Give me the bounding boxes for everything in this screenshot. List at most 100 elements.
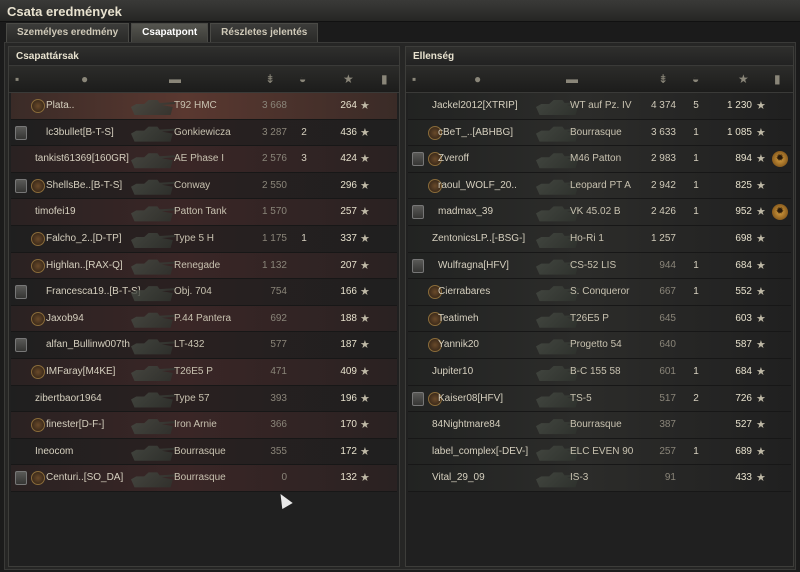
vehicle-name: Type 5 H [174,232,215,244]
table-row[interactable]: Wulfragna[HFV] CS-52 LIS 944 1 684 ★ [408,252,791,280]
tank-icon[interactable]: ▬ [566,73,578,85]
star-icon: ★ [360,365,370,378]
table-row[interactable]: cBeT_..[ABHBG] Bourrasque 3 633 1 1 085 ★ [408,119,791,147]
star-icon: ★ [756,259,766,272]
player-icon[interactable]: ● [81,73,88,85]
vehicle-name: Bourrasque [570,419,622,431]
table-row[interactable]: lc3bullet[B-T-S] Gonkiewicza 3 287 2 436 ★ [11,119,397,147]
damage-value: 257 [659,445,676,457]
player-name[interactable]: Cierrabares [438,286,490,298]
player-name[interactable]: ZentonicsLP..[-BSG-] [432,233,525,245]
player-name[interactable]: Ineocom [35,446,73,458]
table-row[interactable]: 84Nightmare84 Bourrasque 387 527 ★ [408,412,791,439]
damage-value: 91 [664,472,676,484]
table-row[interactable]: Highlan..[RAX-Q] Renegade 1 132 207 ★ [11,252,397,280]
table-row[interactable]: finester[D-F-] Iron Arnie 366 170 ★ [11,412,397,439]
table-row[interactable]: Falcho_2..[D-TP] Type 5 H 1 175 1 337 ★ [11,225,397,253]
medal-icon[interactable]: ▮ [774,73,781,85]
table-row[interactable]: madmax_39 VK 45.02 B 2 426 1 952 ★ ✹ [408,199,791,226]
platoon-icon[interactable]: ▪ [412,73,416,85]
damage-icon[interactable]: ⇟ [265,73,275,85]
player-icon[interactable]: ● [474,73,481,85]
xp-value: 684 [735,259,752,271]
table-row[interactable]: Teatimeh T26E5 P 645 603 ★ [408,305,791,333]
tab-team-score[interactable]: Csapatpont [131,23,209,42]
player-name[interactable]: 84Nightmare84 [432,419,500,431]
damage-value: 3 287 [261,126,287,138]
table-row[interactable]: Plata.. T92 HMC 3 668 264 ★ [11,93,397,120]
player-name[interactable]: Jackel2012[XTRIP] [432,100,518,112]
star-icon: ★ [756,339,766,352]
damage-value: 3 633 [650,126,676,138]
table-row[interactable]: raoul_WOLF_20.. Leopard PT A 2 942 1 825 ★ [408,172,791,200]
table-row[interactable]: Zveroff M46 Patton 2 983 1 894 ★ ✹ [408,146,791,173]
table-row[interactable]: alfan_Bullinw007th LT-432 577 187 ★ [11,332,397,359]
damage-value: 0 [281,472,287,484]
table-row[interactable]: timofei19 Patton Tank 1 570 257 ★ [11,199,397,226]
player-name[interactable]: Yannik20 [438,339,479,351]
platoon-icon[interactable]: ▪ [15,73,19,85]
table-row[interactable]: ZentonicsLP..[-BSG-] Ho-Ri 1 1 257 698 ★ [408,225,791,253]
player-name[interactable]: finester[D-F-] [46,419,104,431]
table-row[interactable]: Yannik20 Progetto 54 640 587 ★ [408,332,791,359]
table-row[interactable]: Francesca19..[B-T-S] Obj. 704 754 166 ★ [11,279,397,306]
table-row[interactable]: Jupiter10 B-C 155 58 601 1 684 ★ [408,358,791,386]
player-name[interactable]: Wulfragna[HFV] [438,260,509,272]
xp-star-icon[interactable]: ★ [343,73,354,85]
star-icon: ★ [756,419,766,432]
player-name[interactable]: raoul_WOLF_20.. [438,180,517,192]
tab-detailed-report[interactable]: Részletes jelentés [210,23,319,42]
player-name[interactable]: zibertbaor1964 [35,393,102,405]
vehicle-name: TS-5 [570,392,592,404]
table-row[interactable]: Jackel2012[XTRIP] WT auf Pz. IV 4 374 5 1 23… [408,93,791,120]
player-name[interactable]: Zveroff [438,153,469,165]
table-row[interactable]: Ineocom Bourrasque 355 172 ★ [11,438,397,466]
player-name[interactable]: Teatimeh [438,313,479,325]
xp-value: 1 085 [726,126,752,138]
tab-bar: Személyes eredmény Csapatpont Részletes … [6,23,319,42]
xp-star-icon[interactable]: ★ [738,73,749,85]
tab-personal-results[interactable]: Személyes eredmény [6,23,130,42]
player-name[interactable]: cBeT_..[ABHBG] [438,127,513,139]
kills-icon[interactable]: ◒ [692,73,699,85]
tank-icon[interactable]: ▬ [169,73,181,85]
kills-value: 1 [693,365,699,377]
player-name[interactable]: Jupiter10 [432,366,473,378]
table-row[interactable]: ShellsBe..[B-T-S] Conway 2 550 296 ★ [11,172,397,200]
player-name[interactable]: Vital_29_09 [432,472,485,484]
player-name[interactable]: Jaxob94 [46,313,84,325]
vehicle-name: P.44 Pantera [174,312,232,324]
player-name[interactable]: timofei19 [35,206,76,218]
damage-icon[interactable]: ⇟ [658,73,668,85]
player-name[interactable]: alfan_Bullinw007th [46,339,130,351]
xp-value: 166 [340,286,357,298]
player-name[interactable]: lc3bullet[B-T-S] [46,127,114,139]
table-row[interactable]: label_complex[-DEV-] ELC EVEN 90 257 1 689 ★ [408,438,791,466]
player-name[interactable]: tankist61369[160GR] [35,153,129,165]
medal-icon[interactable]: ▮ [381,73,388,85]
table-row[interactable]: IMFaray[M4KE] T26E5 P 471 409 ★ [11,358,397,386]
tank-image-icon [131,232,175,248]
player-name[interactable]: Falcho_2..[D-TP] [46,233,122,245]
xp-value: 264 [340,100,357,111]
player-name[interactable]: Francesca19..[B-T-S] [46,286,140,298]
tank-image-icon [131,259,175,275]
player-name[interactable]: IMFaray[M4KE] [46,366,115,378]
table-row[interactable]: Jaxob94 P.44 Pantera 692 188 ★ [11,305,397,333]
table-row[interactable]: Kaiser08[HFV] TS-5 517 2 726 ★ [408,385,791,413]
medal-icon[interactable]: ✹ [772,204,788,221]
table-row[interactable]: Centuri..[SO_DA] Bourrasque 0 132 ★ [11,465,397,492]
table-row[interactable]: tankist61369[160GR] AE Phase I 2 576 3 424 ★ [11,146,397,173]
player-name[interactable]: madmax_39 [438,206,493,218]
table-row[interactable]: Vital_29_09 IS-3 91 433 ★ [408,465,791,492]
kills-icon[interactable]: ◒ [299,73,306,85]
table-row[interactable]: Cierrabares S. Conqueror 667 1 552 ★ [408,279,791,306]
player-name[interactable]: label_complex[-DEV-] [432,446,528,458]
medal-icon[interactable]: ✹ [772,151,788,168]
player-name[interactable]: ShellsBe..[B-T-S] [46,180,122,192]
player-name[interactable]: Plata.. [46,100,74,112]
table-row[interactable]: zibertbaor1964 Type 57 393 196 ★ [11,385,397,413]
player-name[interactable]: Kaiser08[HFV] [438,393,503,405]
player-name[interactable]: Centuri..[SO_DA] [46,472,123,484]
player-name[interactable]: Highlan..[RAX-Q] [46,260,123,272]
